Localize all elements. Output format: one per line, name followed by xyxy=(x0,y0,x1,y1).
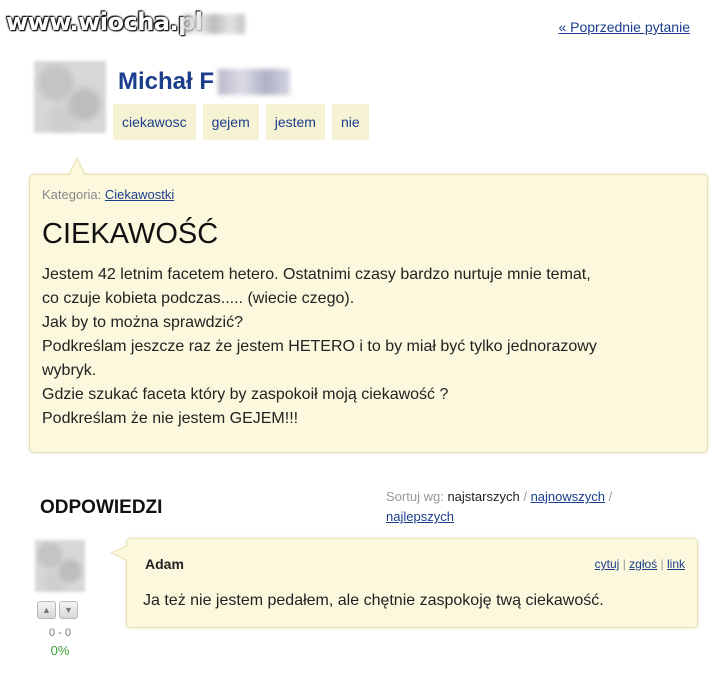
question-body: Jestem 42 letnim facetem hetero. Ostatni… xyxy=(42,263,702,431)
vote-buttons: ▲ ▼ xyxy=(37,601,78,619)
tag-item[interactable]: gejem xyxy=(202,104,259,140)
question-title: CIEKAWOŚĆ xyxy=(42,218,219,250)
answer-avatar xyxy=(35,540,85,592)
question-line: wybryk. xyxy=(42,362,97,379)
quote-link[interactable]: cytuj xyxy=(595,557,620,571)
permalink-link[interactable]: link xyxy=(667,557,685,571)
question-box: Kategoria: Ciekawostki CIEKAWOŚĆ Jestem … xyxy=(29,157,708,453)
answer-author[interactable]: Adam xyxy=(145,556,184,572)
report-link[interactable]: zgłoś xyxy=(629,557,657,571)
author-avatar xyxy=(34,61,106,133)
sort-options: Sortuj wg: najstarszych / najnowszych / … xyxy=(386,487,676,527)
site-watermark: www.wiocha.pl xyxy=(6,8,203,36)
question-line: Podkreślam że nie jestem GEJEM!!! xyxy=(42,410,299,427)
vote-down-icon[interactable]: ▼ xyxy=(59,601,78,619)
answer-actions: cytuj | zgłoś | link xyxy=(595,557,685,571)
previous-question-link[interactable]: « Poprzednie pytanie xyxy=(558,19,690,35)
action-separator: | xyxy=(622,557,626,571)
sort-newest-link[interactable]: najnowszych xyxy=(531,489,605,504)
answer-box: Adam cytuj | zgłoś | link Ja też nie jes… xyxy=(110,538,698,628)
question-line: Gdzie szukać faceta który by zaspokoił m… xyxy=(42,386,449,403)
author-name[interactable]: Michał F xyxy=(118,68,214,96)
tag-item[interactable]: jestem xyxy=(265,104,325,140)
category-link[interactable]: Ciekawostki xyxy=(105,187,174,202)
action-separator: | xyxy=(660,557,664,571)
vote-up-icon[interactable]: ▲ xyxy=(37,601,56,619)
sort-best-link[interactable]: najlepszych xyxy=(386,509,454,524)
tag-item[interactable]: ciekawosc xyxy=(113,104,196,140)
sort-current: najstarszych xyxy=(447,489,520,504)
tag-list: ciekawosc gejem jestem nie xyxy=(113,104,369,140)
name-blur xyxy=(218,69,290,95)
question-line: co czuje kobieta podczas..... (wiecie cz… xyxy=(42,290,355,307)
vote-percent: 0% xyxy=(50,643,70,658)
category-label: Kategoria: xyxy=(42,187,102,202)
answer-text: Ja też nie jestem pedałem, ale chętnie z… xyxy=(143,592,604,609)
sort-separator: / xyxy=(523,489,527,504)
question-line: Podkreślam jeszcze raz że jestem HETERO … xyxy=(42,338,597,355)
answers-heading: ODPOWIEDZI xyxy=(40,497,163,518)
sort-separator: / xyxy=(608,489,613,504)
category-line: Kategoria: Ciekawostki xyxy=(42,187,174,202)
question-line: Jak by to można sprawdzić? xyxy=(42,314,243,331)
watermark-blur xyxy=(183,14,245,34)
question-line: Jestem 42 letnim facetem hetero. Ostatni… xyxy=(42,266,591,283)
tag-item[interactable]: nie xyxy=(331,104,369,140)
vote-count: 0 - 0 xyxy=(48,627,71,639)
sort-label: Sortuj wg: xyxy=(386,489,444,504)
